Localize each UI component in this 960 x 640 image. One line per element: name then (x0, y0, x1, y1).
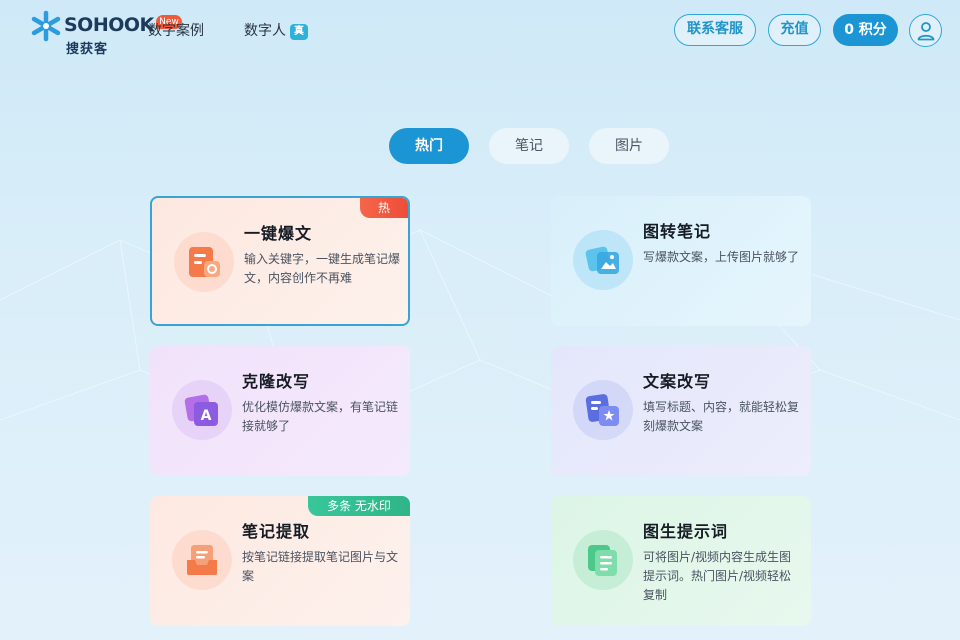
card-title: 图转笔记 (643, 222, 712, 241)
card-title: 笔记提取 (242, 522, 311, 541)
image-to-note-icon (585, 246, 619, 274)
card-viral-article[interactable]: 热 一键爆文 输入关键字，一键生成笔记爆文，内容创作不再难 (150, 196, 410, 326)
card-description: 输入关键字，一键生成笔记爆文，内容创作不再难 (244, 252, 401, 285)
logo-text: SOHOOK (64, 14, 154, 36)
user-icon (917, 22, 935, 41)
card-icon-wrap (172, 530, 232, 590)
tab-images[interactable]: 图片 (589, 128, 669, 164)
points-button[interactable]: 0 积分 (833, 14, 898, 46)
card-icon-wrap (174, 232, 234, 292)
real-badge: 真 (290, 24, 308, 40)
card-description: 按笔记链接提取笔记图片与文案 (242, 550, 399, 583)
card-description: 优化模仿爆款文案，有笔记链接就够了 (242, 400, 399, 433)
contact-support-button[interactable]: 联系客服 (674, 14, 756, 46)
no-watermark-tag: 多条 无水印 (308, 496, 410, 516)
logo[interactable]: SOHOOK 搜获客 (30, 8, 154, 57)
nav-digital-human[interactable]: 数字人真 (244, 20, 308, 40)
card-note-extract[interactable]: 多条 无水印 笔记提取 按笔记链接提取笔记图片与文案 (150, 496, 410, 626)
copy-rewrite-icon (585, 394, 619, 426)
top-header: SOHOOK 搜获客 New 数字案例 数字人真 联系客服 充值 0 积分 (0, 0, 960, 60)
logo-mark-icon (31, 10, 61, 42)
card-description: 可将图片/视频内容生成生图提示词。热门图片/视频轻松复制 (643, 550, 792, 602)
card-icon-wrap: A (172, 380, 232, 440)
card-title: 图生提示词 (643, 522, 729, 541)
logo-subtitle: 搜获客 (66, 42, 109, 57)
hot-tag: 热 (360, 198, 408, 218)
card-icon-wrap (573, 230, 633, 290)
clone-rewrite-icon: A (184, 394, 218, 426)
user-avatar-button[interactable] (909, 14, 942, 47)
card-description: 填写标题、内容，就能轻松复刻爆款文案 (643, 400, 800, 433)
background-decoration (0, 229, 960, 441)
image-prompt-icon (588, 545, 617, 576)
card-title: 文案改写 (643, 372, 712, 391)
card-icon-wrap (573, 530, 633, 590)
note-extract-icon (187, 545, 217, 575)
tab-notes[interactable]: 笔记 (489, 128, 569, 164)
article-icon (189, 247, 220, 277)
svg-text:A: A (201, 408, 212, 424)
nav-digital-cases[interactable]: 数字案例 (148, 20, 204, 40)
card-title: 一键爆文 (244, 224, 313, 243)
recharge-button[interactable]: 充值 (768, 14, 821, 46)
card-clone-rewrite[interactable]: A 克隆改写 优化模仿爆款文案，有笔记链接就够了 (150, 346, 410, 476)
card-title: 克隆改写 (242, 372, 311, 391)
card-image-prompt[interactable]: 图生提示词 可将图片/视频内容生成生图提示词。热门图片/视频轻松复制 (551, 496, 811, 626)
nav-digital-human-label: 数字人 (244, 23, 286, 39)
card-description: 写爆款文案，上传图片就够了 (643, 250, 800, 264)
card-icon-wrap (573, 380, 633, 440)
card-image-to-note[interactable]: 图转笔记 写爆款文案，上传图片就够了 (551, 196, 811, 326)
tab-hot[interactable]: 热门 (389, 128, 469, 164)
card-copy-rewrite[interactable]: 文案改写 填写标题、内容，就能轻松复刻爆款文案 (551, 346, 811, 476)
